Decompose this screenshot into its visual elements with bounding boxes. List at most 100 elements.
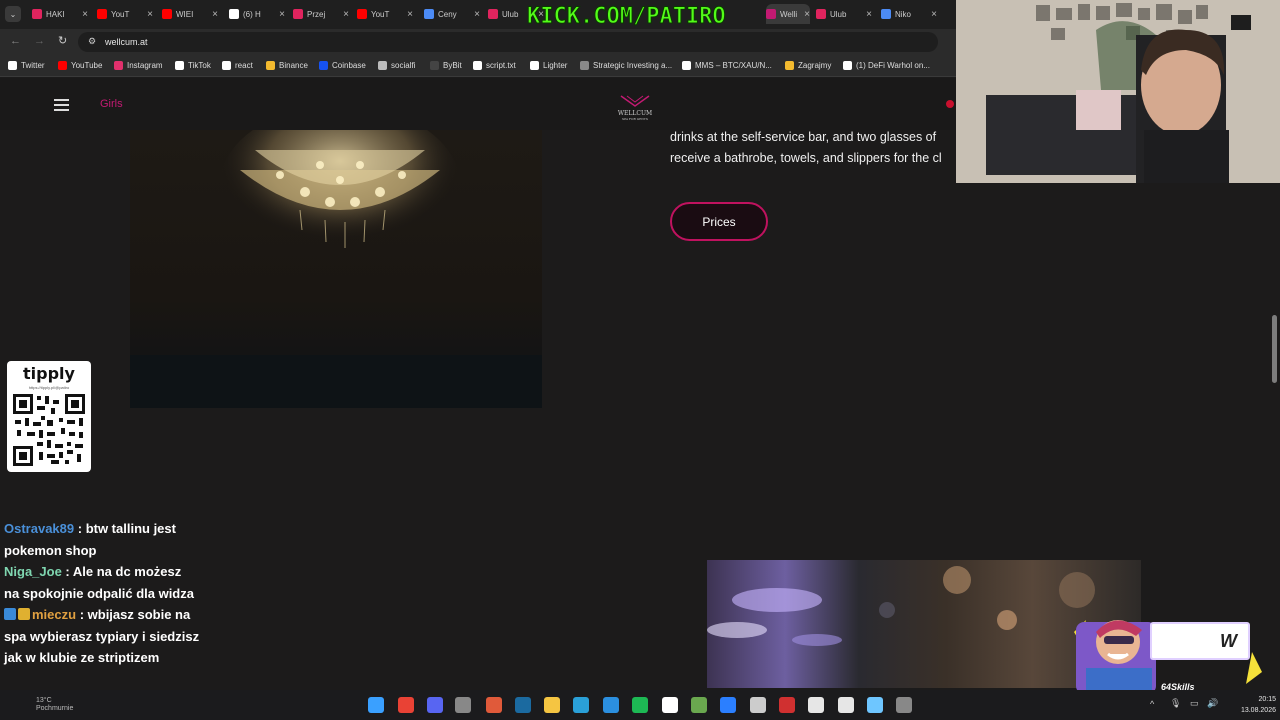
bookmark-item[interactable]: YouTube [58, 61, 102, 70]
edge-icon[interactable] [573, 697, 589, 713]
tab-close-icon[interactable]: × [931, 9, 937, 20]
bookmark-favicon-icon [266, 61, 275, 70]
reload-icon[interactable]: ↻ [58, 34, 67, 47]
chat-message: mieczu : wbijasz sobie na spa wybierasz … [0, 604, 200, 669]
notes-app-icon[interactable] [867, 697, 883, 713]
bookmark-label: MMS – BTC/XAU/N... [695, 61, 772, 70]
bookmark-item[interactable]: Binance [266, 61, 308, 70]
tab-label: Ceny [438, 9, 457, 19]
bookmark-item[interactable]: Instagram [114, 61, 163, 70]
bookmark-favicon-icon [430, 61, 439, 70]
tab-favicon-icon [881, 9, 891, 19]
address-bar[interactable]: ⚙ wellcum.at [78, 32, 938, 52]
bookmark-favicon-icon [114, 61, 123, 70]
tab-close-icon[interactable]: × [474, 9, 480, 20]
settings-app-icon[interactable] [750, 697, 766, 713]
forward-icon[interactable]: → [34, 35, 45, 47]
bookmark-item[interactable]: socialfi [378, 61, 415, 70]
chat-username[interactable]: Niga_Joe [4, 564, 62, 579]
bookmark-item[interactable]: TikTok [175, 61, 211, 70]
tab-close-icon[interactable]: × [212, 9, 218, 20]
chrome-icon[interactable] [398, 697, 414, 713]
windows-start-icon[interactable] [368, 697, 384, 713]
spotify-icon[interactable] [632, 697, 648, 713]
bookmark-label: Lighter [543, 61, 568, 70]
bookmark-item[interactable]: MMS – BTC/XAU/N... [682, 61, 772, 70]
tab-close-icon[interactable]: × [279, 9, 285, 20]
menu-icon[interactable] [54, 99, 69, 114]
browser-tab[interactable]: Ulub × [816, 4, 872, 24]
browser-tab[interactable]: Przej × [293, 4, 349, 24]
bookmark-favicon-icon [473, 61, 482, 70]
steam-icon[interactable] [515, 697, 531, 713]
browser-tab[interactable]: YouT × [357, 4, 413, 24]
bookmark-label: Instagram [127, 61, 163, 70]
bookmark-item[interactable]: Lighter [530, 61, 567, 70]
obs-icon[interactable] [455, 697, 471, 713]
file-explorer-icon[interactable] [544, 697, 560, 713]
tab-close-icon[interactable]: × [343, 9, 349, 20]
bookmark-favicon-icon [58, 61, 67, 70]
tab-close-icon[interactable]: × [407, 9, 413, 20]
bookmark-label: react [235, 61, 253, 70]
vscode-icon[interactable] [603, 697, 619, 713]
browser-tab[interactable]: (6) H × [229, 4, 285, 24]
triangle-app-icon[interactable] [838, 697, 854, 713]
tab-favicon-icon [766, 9, 776, 19]
back-icon[interactable]: ← [10, 35, 21, 47]
terminal-icon[interactable] [896, 697, 912, 713]
tab-close-icon[interactable]: × [147, 9, 153, 20]
bookmark-favicon-icon [843, 61, 852, 70]
discord-icon[interactable] [427, 697, 443, 713]
browser-tab[interactable]: YouT × [97, 4, 153, 24]
bookmark-item[interactable]: Twitter [8, 61, 45, 70]
bookmark-label: script.txt [486, 61, 516, 70]
chat-username[interactable]: Ostravak89 [4, 521, 74, 536]
git-icon[interactable] [486, 697, 502, 713]
bookmark-label: Twitter [21, 61, 45, 70]
minecraft-icon[interactable] [691, 697, 707, 713]
tab-search-button[interactable]: ⌄ [5, 6, 21, 22]
taskbar-clock[interactable]: 20:15 13.08.2026 [1222, 694, 1276, 716]
bookmark-item[interactable]: Coinbase [319, 61, 366, 70]
browser-tab[interactable]: HAKI × [32, 4, 88, 24]
browser-tab[interactable]: Welli × [766, 4, 810, 24]
bookmark-item[interactable]: (1) DeFi Warhol on... [843, 61, 930, 70]
bookmark-item[interactable]: script.txt [473, 61, 516, 70]
weather-widget[interactable]: 13°C Pochmurnie [36, 697, 73, 713]
address-url: wellcum.at [105, 37, 148, 47]
site-logo[interactable]: WELLCUM SPA FOR GENTS [617, 94, 653, 121]
bookmark-item[interactable]: Zagrajmy [785, 61, 831, 70]
tab-close-icon[interactable]: × [866, 9, 872, 20]
rl-app-icon[interactable] [808, 697, 824, 713]
language-flag-icon[interactable] [946, 100, 954, 108]
microphone-icon[interactable]: 🎙 [1170, 698, 1181, 709]
bookmark-item[interactable]: Strategic Investing a... [580, 61, 672, 70]
bookmark-label: YouTube [71, 61, 103, 70]
browser-tab[interactable]: WIEI × [162, 4, 218, 24]
volume-icon[interactable]: 🔊 [1207, 698, 1218, 709]
network-icon[interactable]: ▭ [1190, 698, 1199, 709]
bookmark-item[interactable]: react [222, 61, 253, 70]
crown-badge-icon [18, 608, 30, 620]
prices-button[interactable]: Prices [670, 202, 768, 241]
page-scrollbar[interactable] [1270, 130, 1280, 690]
browser-tab[interactable]: Ceny × [424, 4, 480, 24]
app-icon[interactable] [662, 697, 678, 713]
tab-close-icon[interactable]: × [804, 9, 810, 20]
tab-favicon-icon [32, 9, 42, 19]
bookmark-label: (1) DeFi Warhol on... [856, 61, 930, 70]
scrollbar-thumb[interactable] [1272, 315, 1277, 383]
tab-close-icon[interactable]: × [82, 9, 88, 20]
close-app-icon[interactable] [720, 697, 736, 713]
chat-message: Ostravak89 : btw tallinu jest pokemon sh… [0, 518, 200, 561]
nav-link-girls[interactable]: Girls [100, 98, 123, 110]
chat-username[interactable]: mieczu [32, 607, 76, 622]
logo-text: WELLCUM [617, 110, 653, 117]
tab-favicon-icon [357, 9, 367, 19]
bookmark-item[interactable]: ByBit [430, 61, 462, 70]
red-app-icon[interactable] [779, 697, 795, 713]
site-info-icon[interactable]: ⚙ [88, 36, 96, 47]
tray-chevron-icon[interactable]: ^ [1150, 699, 1154, 709]
browser-tab[interactable]: Niko × [881, 4, 937, 24]
